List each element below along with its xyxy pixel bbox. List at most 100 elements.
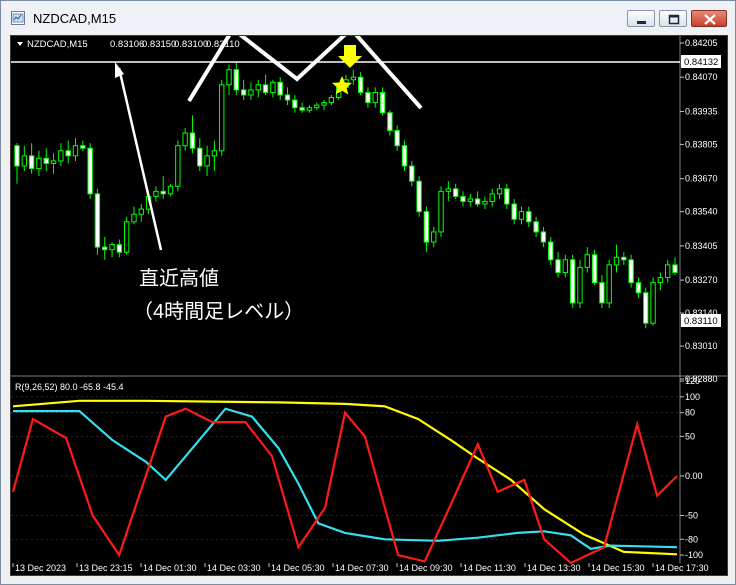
star-marker-icon[interactable] bbox=[332, 76, 352, 95]
window-title: NZDCAD,M15 bbox=[33, 11, 117, 26]
candlestick-series bbox=[14, 62, 678, 329]
candle bbox=[321, 100, 327, 111]
candle-body bbox=[628, 259, 634, 284]
candle-body bbox=[123, 221, 130, 253]
candle-body bbox=[240, 89, 247, 96]
candle-body bbox=[431, 231, 437, 243]
candle-body bbox=[562, 259, 569, 273]
annotation-recent-high: 直近高値 bbox=[139, 267, 219, 290]
candle bbox=[153, 186, 159, 202]
indicator-tick-label: 0.00 bbox=[685, 471, 703, 481]
candle-body bbox=[613, 256, 620, 266]
candle bbox=[577, 259, 583, 308]
candle-body bbox=[416, 180, 422, 213]
candle-body bbox=[233, 69, 240, 91]
candle-body bbox=[299, 107, 305, 111]
down-arrow-icon[interactable] bbox=[338, 45, 362, 68]
candle bbox=[58, 143, 64, 166]
candle bbox=[562, 254, 569, 278]
candle-body bbox=[314, 104, 320, 109]
candle-body bbox=[36, 157, 42, 170]
indicator-tick-label: 120 bbox=[685, 376, 700, 386]
candle bbox=[43, 148, 49, 172]
candle bbox=[474, 191, 481, 207]
candle bbox=[211, 140, 218, 172]
candle-body bbox=[591, 254, 598, 284]
candle bbox=[72, 138, 79, 161]
chart-menu-icon[interactable] bbox=[17, 42, 23, 46]
price-axis: 0.84205 0.84070 0.83935 0.83805 0.83670 0.835… bbox=[680, 38, 718, 384]
time-tick-label: 13 Dec 23:15 bbox=[79, 563, 133, 573]
candle-body bbox=[248, 89, 254, 96]
candle-body bbox=[518, 211, 525, 220]
candle bbox=[387, 110, 393, 136]
chart-area[interactable]: 0.84205 0.84070 0.83935 0.83805 0.83670 0.835… bbox=[10, 26, 728, 576]
candle-body bbox=[489, 193, 495, 202]
candle bbox=[599, 275, 605, 308]
candle bbox=[65, 140, 71, 164]
candle-body bbox=[204, 155, 210, 167]
candle bbox=[394, 125, 400, 151]
price-tick-label: 0.83805 bbox=[685, 139, 718, 149]
price-tick-label: 0.83935 bbox=[685, 106, 718, 116]
candle-body bbox=[548, 241, 554, 261]
candle-body bbox=[80, 145, 86, 149]
candle bbox=[306, 105, 313, 113]
candle bbox=[182, 127, 188, 151]
candle bbox=[540, 226, 547, 248]
candle-body bbox=[167, 185, 174, 195]
ohlc-high: 0.83150 bbox=[142, 39, 176, 50]
candle-body bbox=[43, 157, 49, 164]
candle bbox=[350, 69, 357, 85]
candle-body bbox=[175, 145, 181, 187]
candle-body bbox=[394, 129, 400, 147]
candle-body bbox=[650, 282, 656, 324]
candle bbox=[591, 249, 598, 286]
candle-body bbox=[409, 165, 415, 182]
candle bbox=[116, 239, 123, 258]
time-axis: 13 Dec 2023 13 Dec 23:15 14 Dec 01:30 14 De… bbox=[12, 563, 709, 573]
candle-body bbox=[131, 213, 137, 223]
time-tick-label: 14 Dec 05:30 bbox=[271, 563, 325, 573]
candle bbox=[569, 254, 576, 308]
candle-body bbox=[182, 132, 188, 147]
candle bbox=[175, 140, 181, 192]
candle bbox=[672, 257, 678, 276]
candle bbox=[621, 252, 627, 265]
chart-symbol-label: NZDCAD,M15 bbox=[27, 39, 88, 50]
candle-body bbox=[533, 221, 539, 233]
candle-body bbox=[599, 282, 605, 304]
restore-button[interactable] bbox=[659, 10, 687, 27]
candle-body bbox=[474, 198, 481, 205]
candle-body bbox=[211, 150, 218, 157]
candle bbox=[628, 254, 634, 288]
candle-body bbox=[65, 150, 71, 157]
minimize-button[interactable] bbox=[627, 10, 655, 27]
candle bbox=[496, 183, 503, 199]
close-button[interactable] bbox=[691, 10, 727, 27]
candle-body bbox=[292, 99, 298, 109]
candle-body bbox=[50, 160, 57, 164]
candle bbox=[416, 176, 422, 217]
candle bbox=[372, 87, 378, 108]
price-chart-svg[interactable]: 0.84205 0.84070 0.83935 0.83805 0.83670 0.835… bbox=[11, 26, 727, 575]
candle-body bbox=[189, 132, 196, 149]
candle-body bbox=[387, 112, 393, 131]
candle bbox=[167, 183, 174, 197]
candle-body bbox=[14, 145, 20, 167]
candle bbox=[643, 287, 649, 329]
title-bar[interactable]: NZDCAD,M15 bbox=[1, 1, 735, 35]
ohlc-open: 0.83106 bbox=[110, 39, 144, 50]
candle bbox=[365, 87, 371, 108]
indicator-tick-label: -80 bbox=[685, 534, 698, 544]
candle bbox=[314, 102, 320, 111]
indicator-tick-label: 100 bbox=[685, 392, 700, 402]
indicator-tick-label: 50 bbox=[685, 431, 695, 441]
price-tick-label: 0.83010 bbox=[685, 341, 718, 351]
candle-body bbox=[160, 190, 166, 195]
candle-body bbox=[255, 84, 261, 91]
price-tick-label: 0.84070 bbox=[685, 72, 718, 82]
candle-body bbox=[94, 193, 101, 248]
time-tick-label: 14 Dec 15:30 bbox=[591, 563, 645, 573]
candle-body bbox=[452, 188, 459, 197]
